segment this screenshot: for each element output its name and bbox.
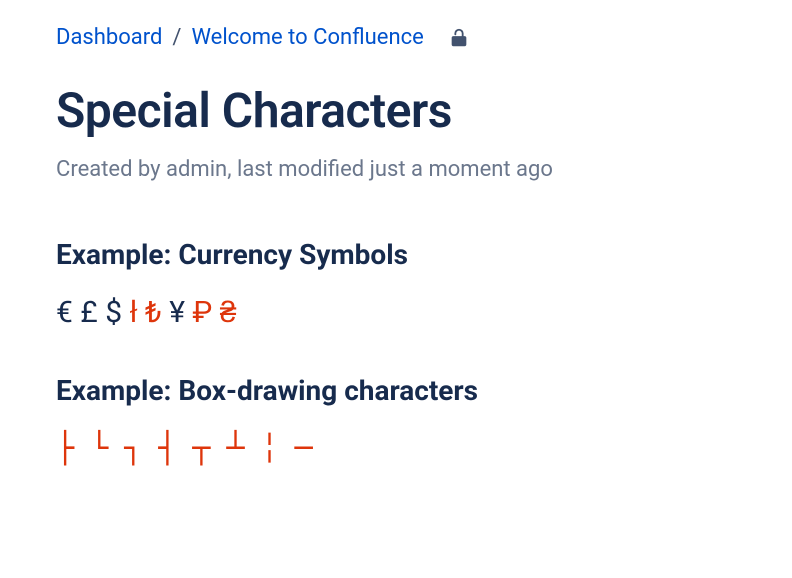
unlock-icon[interactable] bbox=[448, 27, 470, 49]
breadcrumb-link-space[interactable]: Welcome to Confluence bbox=[191, 24, 423, 52]
box-char-6: ╎ bbox=[260, 431, 284, 466]
page-content: Dashboard / Welcome to Confluence Specia… bbox=[0, 0, 792, 466]
box-char-1: └ bbox=[90, 431, 114, 466]
currency-run-1: ł ₺ bbox=[130, 295, 162, 330]
box-char-5: ┴ bbox=[226, 431, 250, 466]
currency-symbols-line: € £ $ ł ₺ ¥ ₽ ₴ bbox=[56, 295, 792, 330]
breadcrumb-link-dashboard[interactable]: Dashboard bbox=[56, 24, 162, 52]
breadcrumb: Dashboard / Welcome to Confluence bbox=[56, 24, 792, 52]
section-heading-box: Example: Box-drawing characters bbox=[56, 374, 792, 407]
box-drawing-line: ├ └ ┐ ┤ ┬ ┴ ╎ ─ bbox=[56, 431, 792, 466]
currency-run-3: ₽ ₴ bbox=[192, 295, 236, 330]
box-char-0: ├ bbox=[56, 431, 80, 466]
breadcrumb-separator: / bbox=[172, 24, 181, 52]
currency-run-2: ¥ bbox=[162, 295, 193, 330]
box-char-3: ┤ bbox=[158, 431, 182, 466]
section-heading-currency: Example: Currency Symbols bbox=[56, 238, 792, 271]
currency-run-0: € £ $ bbox=[56, 295, 130, 330]
box-char-4: ┬ bbox=[192, 431, 216, 466]
page-meta: Created by admin, last modified just a m… bbox=[56, 157, 792, 182]
page-title: Special Characters bbox=[56, 82, 792, 139]
box-char-2: ┐ bbox=[124, 431, 148, 466]
box-char-7: ─ bbox=[294, 431, 318, 466]
